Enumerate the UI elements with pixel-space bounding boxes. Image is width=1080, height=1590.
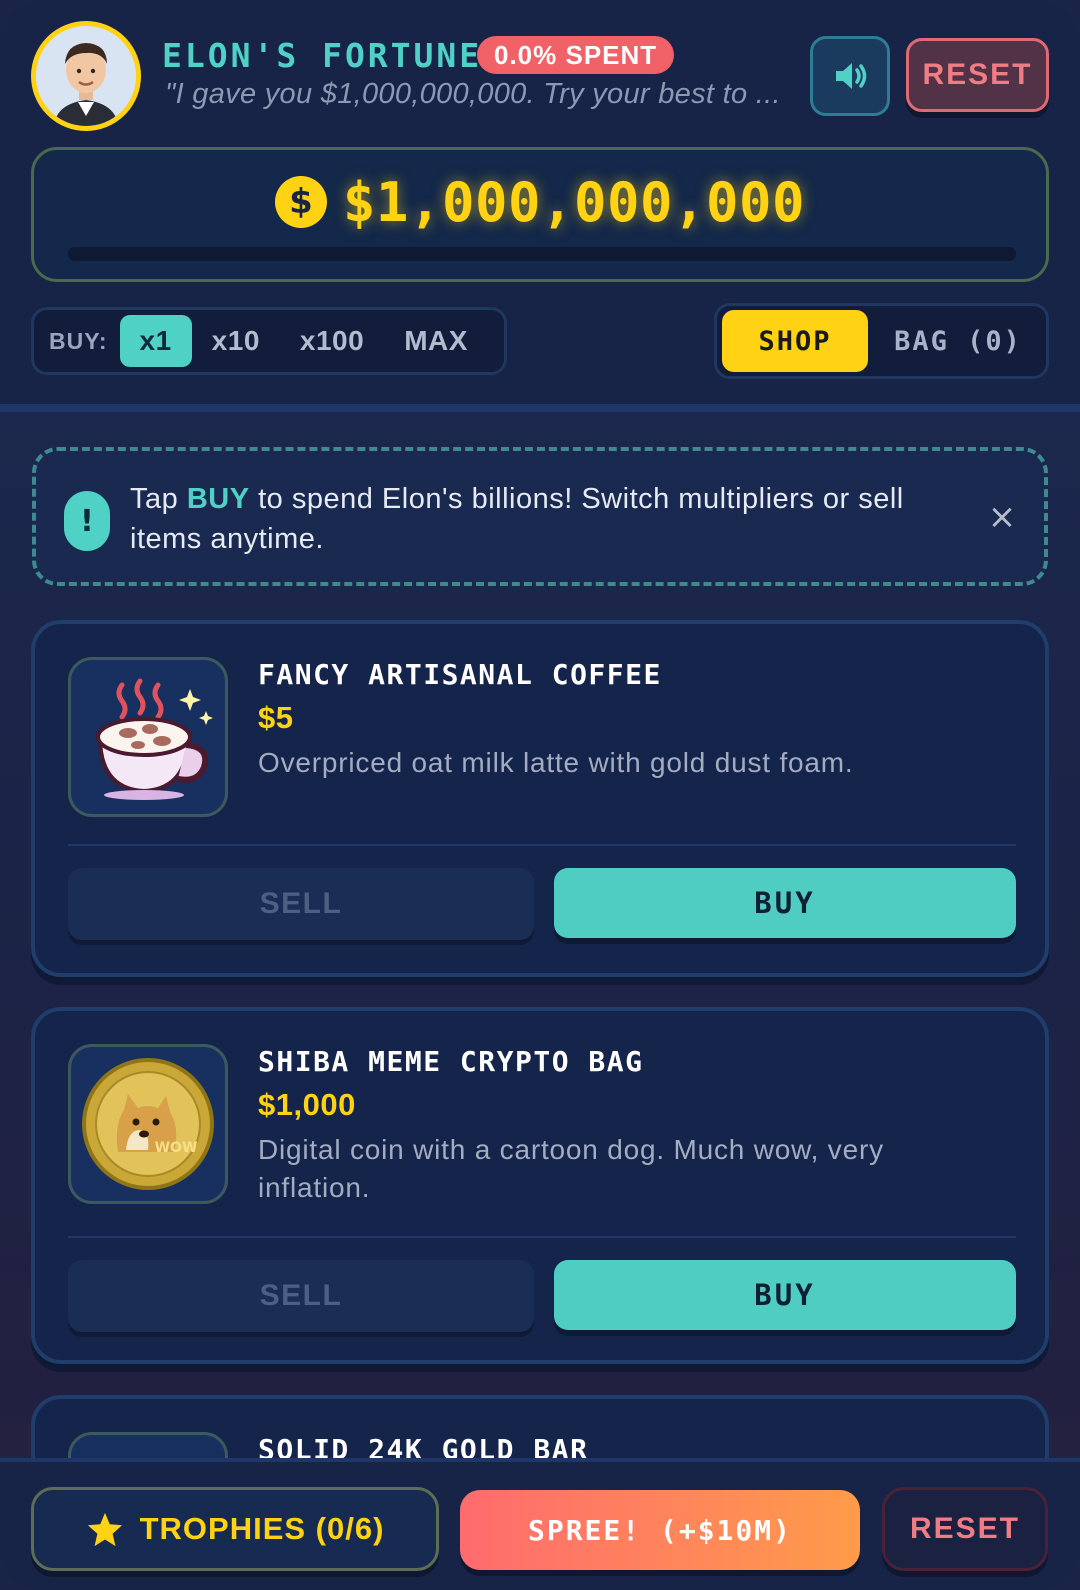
hint-text-highlight: BUY [186, 483, 250, 515]
app-root: ELON'S FORTUNE 0.0% SPENT "I gave you $1… [0, 0, 1080, 1590]
sound-toggle-button[interactable] [810, 36, 890, 116]
spent-badge: 0.0% SPENT [477, 36, 675, 74]
item-name: Shiba Meme Crypto Bag [258, 1045, 644, 1078]
balance-panel: $ $1,000,000,000 [31, 147, 1049, 282]
close-icon[interactable]: × [980, 495, 1024, 539]
elon-avatar [31, 21, 141, 131]
elon-quote: "I gave you $1,000,000,000. Try your bes… [165, 78, 781, 110]
spree-button[interactable]: SPREE! (+$10M) [460, 1490, 860, 1570]
app-title: ELON'S FORTUNE [162, 36, 483, 75]
tab-bag[interactable]: BAG (0) [878, 310, 1038, 372]
multiplier-x1[interactable]: x1 [119, 315, 192, 367]
item-price: $1,000 [258, 1087, 356, 1122]
item-description: Overpriced oat milk latte with gold dust… [258, 747, 854, 778]
balance-row: $ $1,000,000,000 [34, 170, 1046, 234]
dollar-coin-icon: $ [274, 176, 327, 228]
star-icon [87, 1512, 122, 1547]
reset-button-top[interactable]: RESET [906, 38, 1049, 112]
buy-button[interactable]: BUY [554, 868, 1016, 938]
coffee-cup-icon [68, 657, 228, 817]
coin-wow-text: WOW [155, 1140, 198, 1156]
buy-multiplier-selector: BUY: x1 x10 x100 MAX [31, 307, 507, 375]
sell-button[interactable]: SELL [68, 1260, 534, 1332]
trophies-label: TROPHIES (0/6) [139, 1511, 385, 1546]
sell-button[interactable]: SELL [68, 868, 534, 940]
header: ELON'S FORTUNE 0.0% SPENT "I gave you $1… [0, 0, 1080, 412]
multiplier-x10[interactable]: x10 [192, 315, 280, 367]
buy-button[interactable]: BUY [554, 1260, 1016, 1330]
buy-multiplier-label: BUY: [49, 327, 108, 354]
multiplier-x100[interactable]: x100 [280, 315, 384, 367]
balance-amount: $1,000,000,000 [342, 170, 806, 234]
card-divider [68, 1236, 1016, 1238]
view-toggle: SHOP BAG (0) [714, 303, 1049, 379]
bottom-bar: TROPHIES (0/6) SPREE! (+$10M) RESET [0, 1458, 1080, 1590]
item-name: Fancy Artisanal Coffee [258, 658, 662, 691]
alert-icon: ! [64, 491, 110, 551]
item-description: Digital coin with a cartoon dog. Much wo… [258, 1134, 884, 1203]
tab-shop[interactable]: SHOP [722, 310, 868, 372]
hint-banner: ! Tap BUY to spend Elon's billions! Swit… [32, 447, 1048, 586]
shop-item-card: WOW Shiba Meme Crypto Bag $1,000 Digital… [31, 1007, 1049, 1364]
hint-text: Tap BUY to spend Elon's billions! Switch… [130, 479, 940, 559]
card-divider [68, 844, 1016, 846]
spent-progress-bar [68, 247, 1016, 261]
doge-coin-icon: WOW [68, 1044, 228, 1204]
multiplier-max[interactable]: MAX [384, 315, 488, 367]
trophies-button[interactable]: TROPHIES (0/6) [31, 1487, 439, 1571]
speaker-icon [836, 63, 867, 89]
item-price: $5 [258, 700, 294, 735]
reset-button-bottom[interactable]: RESET [882, 1487, 1048, 1571]
hint-text-prefix: Tap [130, 483, 187, 515]
shop-item-card: Fancy Artisanal Coffee $5 Overpriced oat… [31, 620, 1049, 977]
